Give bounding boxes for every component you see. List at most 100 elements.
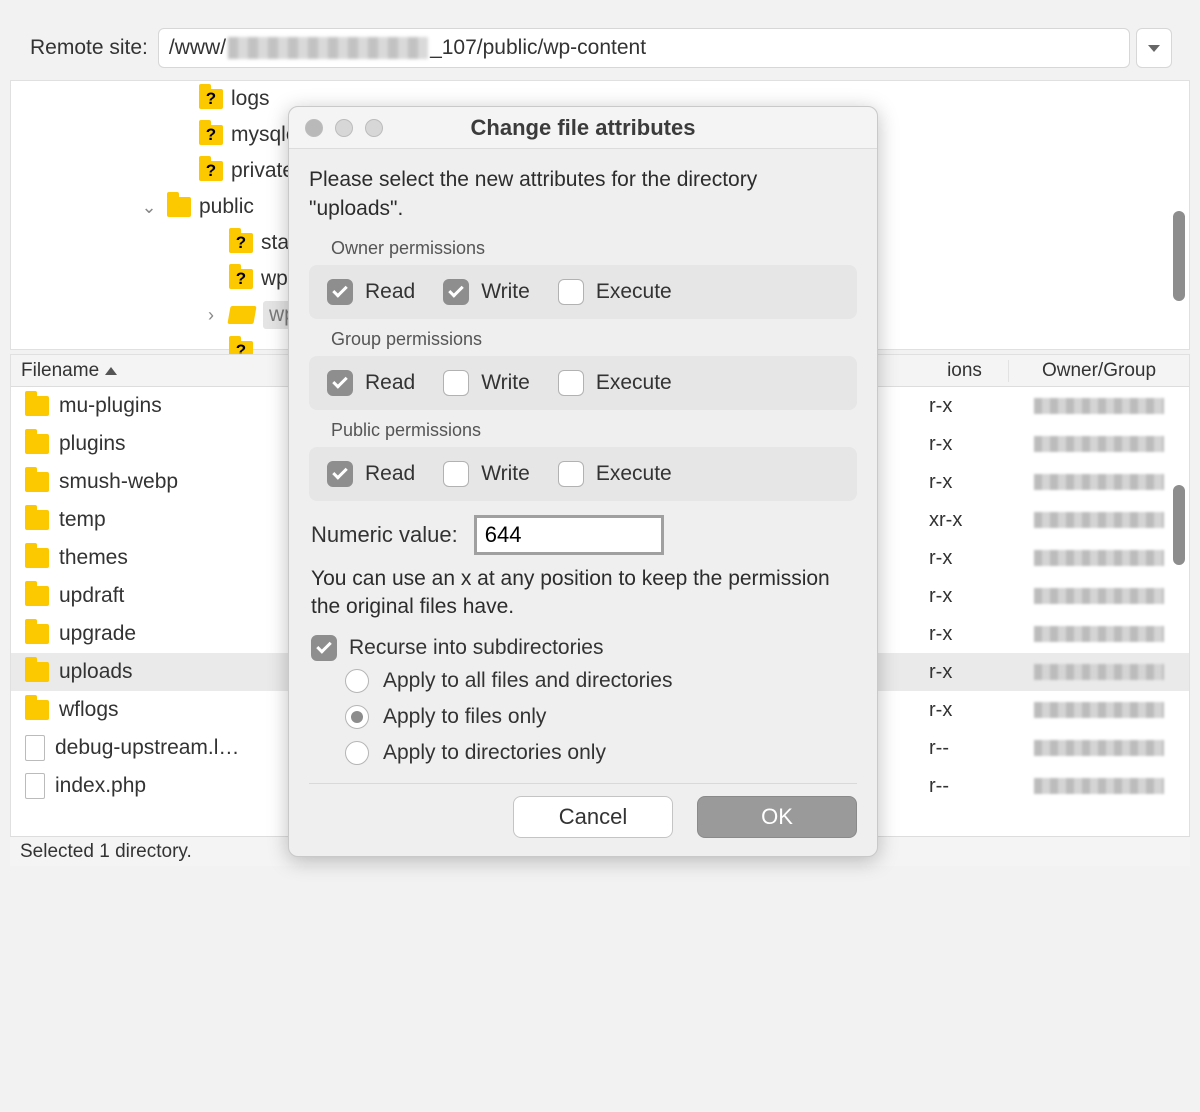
owner-group-redacted — [1034, 436, 1164, 452]
dialog-titlebar[interactable]: Change file attributes — [289, 107, 877, 149]
file-permissions: r-- — [929, 775, 949, 797]
group-read-checkbox[interactable] — [327, 370, 353, 396]
folder-icon — [25, 700, 49, 720]
owner-write-label: Write — [481, 280, 530, 304]
file-permissions: r-x — [929, 623, 952, 645]
ok-button[interactable]: OK — [697, 796, 857, 838]
file-permissions: r-x — [929, 395, 952, 417]
file-icon — [25, 773, 45, 799]
owner-permissions-label: Owner permissions — [331, 238, 857, 259]
public-read-checkbox[interactable] — [327, 461, 353, 487]
owner-group-redacted — [1034, 398, 1164, 414]
public-write-checkbox[interactable] — [443, 461, 469, 487]
group-permissions-block: Read Write Execute — [309, 356, 857, 410]
owner-read-label: Read — [365, 280, 415, 304]
radio-apply-files[interactable] — [345, 705, 369, 729]
numeric-value-input[interactable] — [474, 515, 664, 555]
file-name: mu-plugins — [59, 394, 162, 418]
owner-group-redacted — [1034, 626, 1164, 642]
zoom-window-icon[interactable] — [365, 119, 383, 137]
column-owner-group[interactable]: Owner/Group — [1009, 360, 1189, 382]
radio-apply-all[interactable] — [345, 669, 369, 693]
owner-group-redacted — [1034, 778, 1164, 794]
group-execute-checkbox[interactable] — [558, 370, 584, 396]
group-read-label: Read — [365, 371, 415, 395]
tree-item-label: logs — [231, 87, 270, 111]
chevron-down-icon — [1148, 45, 1160, 52]
unknown-folder-icon: ? — [199, 89, 223, 109]
folder-icon — [25, 586, 49, 606]
close-window-icon[interactable] — [305, 119, 323, 137]
tree-item-label: public — [199, 195, 254, 219]
checkmark-icon — [332, 282, 348, 298]
unknown-folder-icon: ? — [199, 125, 223, 145]
column-permissions[interactable]: ions — [929, 360, 1009, 382]
path-prefix: /www/ — [169, 36, 226, 60]
column-filename[interactable]: Filename — [11, 360, 291, 382]
dialog-intro: Please select the new attributes for the… — [309, 165, 857, 224]
owner-group-redacted — [1034, 512, 1164, 528]
file-permissions: r-x — [929, 547, 952, 569]
remote-path-input[interactable]: /www/ _107/public/wp-content — [158, 28, 1130, 68]
owner-group-redacted — [1034, 550, 1164, 566]
public-read-label: Read — [365, 462, 415, 486]
unknown-folder-icon: ? — [199, 161, 223, 181]
file-permissions: r-- — [929, 737, 949, 759]
remote-label: Remote site: — [30, 36, 148, 60]
checkmark-icon — [316, 639, 332, 655]
file-name: upgrade — [59, 622, 136, 646]
file-name: index.php — [55, 774, 146, 798]
unknown-folder-icon: ? — [229, 269, 253, 289]
change-attributes-dialog: Change file attributes Please select the… — [288, 106, 878, 857]
recurse-label: Recurse into subdirectories — [349, 636, 603, 660]
sort-ascending-icon — [105, 367, 117, 375]
folder-icon — [25, 624, 49, 644]
folder-icon — [25, 434, 49, 454]
file-scrollbar[interactable] — [1173, 485, 1185, 565]
group-write-checkbox[interactable] — [443, 370, 469, 396]
folder-icon — [25, 472, 49, 492]
window-controls — [289, 119, 383, 137]
group-write-label: Write — [481, 371, 530, 395]
folder-icon — [25, 510, 49, 530]
dialog-divider — [309, 783, 857, 784]
expand-down-icon[interactable]: ⌄ — [139, 197, 159, 218]
column-filename-label: Filename — [21, 360, 99, 382]
public-permissions-label: Public permissions — [331, 420, 857, 441]
owner-write-checkbox[interactable] — [443, 279, 469, 305]
checkmark-icon — [332, 373, 348, 389]
cancel-button[interactable]: Cancel — [513, 796, 673, 838]
file-name: smush-webp — [59, 470, 178, 494]
folder-icon — [25, 662, 49, 682]
file-name: wflogs — [59, 698, 119, 722]
folder-icon — [25, 548, 49, 568]
file-permissions: r-x — [929, 471, 952, 493]
public-execute-label: Execute — [596, 462, 672, 486]
file-name: updraft — [59, 584, 124, 608]
expand-right-icon[interactable]: › — [201, 305, 221, 326]
public-write-label: Write — [481, 462, 530, 486]
group-execute-label: Execute — [596, 371, 672, 395]
path-dropdown-button[interactable] — [1136, 28, 1172, 68]
file-name: temp — [59, 508, 106, 532]
file-permissions: r-x — [929, 585, 952, 607]
open-folder-icon — [227, 306, 256, 324]
tree-item-label: private — [231, 159, 294, 183]
public-execute-checkbox[interactable] — [558, 461, 584, 487]
radio-apply-files-label: Apply to files only — [383, 705, 546, 729]
owner-read-checkbox[interactable] — [327, 279, 353, 305]
radio-apply-dirs[interactable] — [345, 741, 369, 765]
column-permissions-label: ions — [947, 360, 982, 381]
radio-apply-dirs-label: Apply to directories only — [383, 741, 606, 765]
file-permissions: r-x — [929, 433, 952, 455]
owner-execute-label: Execute — [596, 280, 672, 304]
path-suffix: _107/public/wp-content — [430, 36, 646, 60]
numeric-hint: You can use an x at any position to keep… — [311, 565, 855, 622]
owner-execute-checkbox[interactable] — [558, 279, 584, 305]
owner-group-redacted — [1034, 664, 1164, 680]
column-owner-group-label: Owner/Group — [1042, 360, 1156, 381]
radio-apply-all-label: Apply to all files and directories — [383, 669, 672, 693]
tree-scrollbar[interactable] — [1173, 211, 1185, 301]
recurse-checkbox[interactable] — [311, 635, 337, 661]
minimize-window-icon[interactable] — [335, 119, 353, 137]
